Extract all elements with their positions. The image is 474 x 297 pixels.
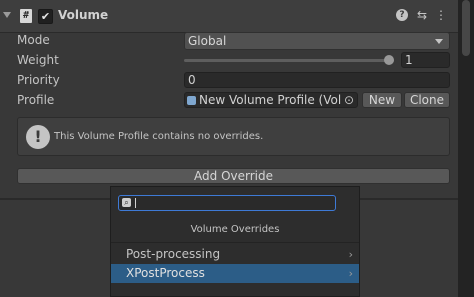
warning-info-icon: !: [26, 125, 50, 149]
popup-divider: [111, 242, 359, 243]
priority-field[interactable]: 0: [184, 72, 450, 88]
popup-title: Volume Overrides: [190, 224, 280, 235]
foldout-arrow-icon[interactable]: [3, 12, 11, 18]
override-search-input[interactable]: ⌕: [118, 195, 336, 211]
mode-dropdown[interactable]: Global: [184, 32, 450, 50]
menu-item-post-processing[interactable]: Post-processing ›: [111, 245, 359, 264]
profile-asset-icon: [187, 96, 196, 105]
vertical-scrollbar[interactable]: [462, 0, 470, 56]
clone-profile-button[interactable]: Clone: [404, 92, 450, 108]
priority-label: Priority: [17, 73, 60, 87]
volume-overrides-popup: ⌕ Volume Overrides Post-processing › XPo…: [110, 186, 360, 297]
script-icon: #: [20, 9, 32, 23]
menu-item-label: Post-processing: [126, 247, 221, 261]
preset-settings-icon[interactable]: ⇆: [415, 8, 429, 22]
help-icon[interactable]: ?: [396, 9, 408, 21]
dropdown-arrow-icon: [435, 39, 443, 44]
weight-slider-handle[interactable]: [384, 55, 394, 65]
menu-item-xpostprocess[interactable]: XPostProcess ›: [111, 264, 359, 283]
add-override-button[interactable]: Add Override: [17, 168, 450, 184]
mode-value: Global: [188, 34, 227, 48]
text-caret: [135, 198, 136, 208]
volume-component-header[interactable]: # ✔ Volume ? ⇆ ⋮: [0, 0, 458, 33]
profile-object-field[interactable]: New Volume Profile (Volu ⊙: [184, 92, 358, 108]
new-profile-button[interactable]: New: [362, 92, 402, 108]
component-title: Volume: [58, 8, 109, 22]
mode-label: Mode: [17, 33, 50, 47]
weight-slider-track[interactable]: [184, 59, 394, 62]
submenu-arrow-icon: ›: [348, 267, 353, 280]
component-enabled-checkbox[interactable]: ✔: [38, 9, 53, 24]
menu-item-label: XPostProcess: [126, 266, 205, 280]
object-picker-icon[interactable]: ⊙: [341, 93, 354, 107]
submenu-arrow-icon: ›: [348, 248, 353, 261]
weight-label: Weight: [17, 53, 59, 67]
search-icon: ⌕: [122, 198, 131, 207]
profile-label: Profile: [17, 93, 55, 107]
weight-field[interactable]: 1: [401, 52, 450, 68]
help-box-text: This Volume Profile contains no override…: [54, 131, 264, 142]
kebab-menu-icon[interactable]: ⋮: [434, 8, 448, 22]
profile-value: New Volume Profile (Volu: [199, 93, 349, 107]
help-box: ! This Volume Profile contains no overri…: [17, 117, 450, 156]
